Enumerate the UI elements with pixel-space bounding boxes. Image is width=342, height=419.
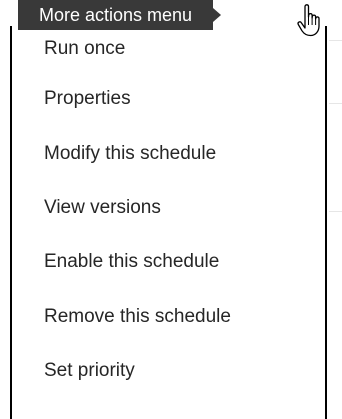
menu-item-modify-schedule[interactable]: Modify this schedule [12, 126, 325, 180]
tooltip-caret [213, 8, 222, 22]
more-actions-menu: Run once Properties Modify this schedule… [10, 26, 327, 419]
menu-item-set-priority[interactable]: Set priority [12, 344, 325, 398]
screen: Run once Properties Modify this schedule… [0, 0, 342, 419]
menu-item-enable-schedule[interactable]: Enable this schedule [12, 235, 325, 289]
menu-item-list: Run once Properties Modify this schedule… [12, 26, 325, 398]
more-actions-tooltip: More actions menu [18, 0, 222, 30]
background-divider [329, 211, 342, 212]
menu-item-properties[interactable]: Properties [12, 72, 325, 126]
tooltip-text: More actions menu [39, 5, 193, 25]
menu-item-view-versions[interactable]: View versions [12, 181, 325, 235]
background-divider [329, 103, 342, 104]
background-divider [329, 40, 342, 41]
menu-item-remove-schedule[interactable]: Remove this schedule [12, 290, 325, 344]
menu-item-run-once[interactable]: Run once [12, 26, 325, 72]
hand-pointer-icon [297, 4, 320, 37]
